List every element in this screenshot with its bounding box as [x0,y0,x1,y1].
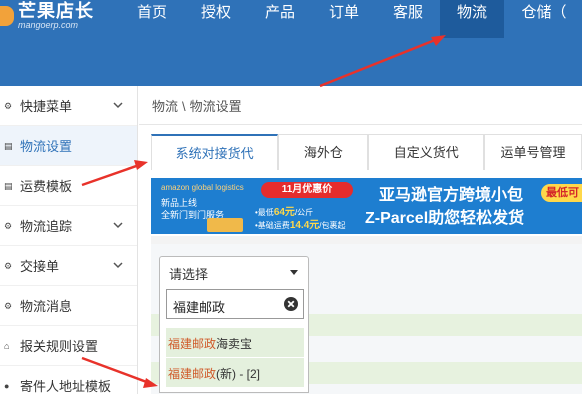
banner-subtitle: Z-Parcel助您轻松发货 [365,210,525,227]
main-nav: 首页 授权 产品 订单 客服 物流 仓储（ [120,0,582,38]
bank-icon: ⌂ [4,340,10,351]
nav-logistics[interactable]: 物流 [440,0,504,38]
option-rest: (新) - [2] [216,367,261,381]
list-icon: ▤ [4,140,13,151]
option-label: 福建邮政海卖宝 [168,335,252,352]
chevron-down-icon [113,222,123,229]
sidebar-item-label: 寄件人地址模板 [20,379,112,394]
tab-integrated-forwarders[interactable]: 系统对接货代 [151,134,279,170]
banner-row2-suffix: /包裹起 [319,221,346,230]
nav-customer-service[interactable]: 客服 [376,0,440,38]
chevron-down-icon [113,102,123,109]
nav-home[interactable]: 首页 [120,0,184,38]
gear-icon: ⚙ [4,220,13,231]
dropdown-option[interactable]: 福建邮政(新) - [2] [166,358,304,387]
sidebar-item-customs-rules[interactable]: ⌂ 报关规则设置 [0,326,137,366]
banner-corner-badge: 最低可 [541,184,582,202]
chevron-down-icon [113,262,123,269]
gear-icon: ⚙ [4,100,13,111]
caret-down-icon [290,270,298,275]
breadcrumb-current: 物流设置 [189,99,242,114]
user-icon: ● [4,380,10,391]
gear-icon: ⚙ [4,260,13,271]
divider [139,124,582,125]
nav-authorize[interactable]: 授权 [184,0,248,38]
breadcrumb-separator: \ [182,99,186,114]
nav-orders[interactable]: 订单 [312,0,376,38]
top-navbar: 芒果店长 mangoerp.com 首页 授权 产品 订单 客服 物流 仓储（ [0,0,582,86]
nav-warehouse[interactable]: 仓储（ [504,0,582,38]
gear-icon: ⚙ [4,300,13,311]
search-input-value: 福建邮政 [173,300,226,315]
option-label: 福建邮政(新) - [2] [168,365,260,382]
logo[interactable]: 芒果店长 mangoerp.com [0,0,110,36]
sidebar-item-logistics-settings[interactable]: ▤ 物流设置 [0,126,137,166]
banner-title: 亚马逊官方跨境小包 [379,187,524,204]
sidebar-item-messages[interactable]: ⚙ 物流消息 [0,286,137,326]
sidebar-item-shortcuts[interactable]: ⚙ 快捷菜单 [0,86,137,126]
banner-row2-prefix: •基础运费 [255,221,290,230]
option-rest: 海卖宝 [216,337,253,351]
forwarder-select[interactable]: 请选择 [159,256,309,286]
breadcrumb: 物流 \ 物流设置 [152,96,242,115]
banner-brand: amazon global logistics [161,183,244,192]
tab-bar: 系统对接货代 海外仓 自定义货代 运单号管理 [151,134,582,170]
tab-tracking-numbers[interactable]: 运单号管理 [484,134,582,170]
list-icon: ▤ [4,180,13,191]
tab-overseas-warehouse[interactable]: 海外仓 [278,134,369,170]
option-match: 福建邮政 [168,337,217,351]
select-dropdown: 福建邮政 福建邮政海卖宝 福建邮政(新) - [2] [159,285,309,393]
main-content: 物流 \ 物流设置 系统对接货代 海外仓 自定义货代 运单号管理 amazon gl… [139,86,582,394]
banner-promo-badge: 11月优惠价 [261,182,353,198]
select-value: 请选择 [169,267,209,282]
banner-price-row-2: •基础运费14.4元/包裹起 [255,216,346,231]
dropdown-option[interactable]: 福建邮政海卖宝 [166,328,304,357]
sidebar-item-label: 运费模板 [20,179,73,194]
promo-banner[interactable]: amazon global logistics 新品上线 全新门到门服务 11月… [151,178,582,234]
sidebar-item-label: 报关规则设置 [20,339,99,354]
sidebar-item-tracking[interactable]: ⚙ 物流追踪 [0,206,137,246]
parcel-icon [207,218,243,232]
breadcrumb-parent[interactable]: 物流 [152,99,178,114]
clear-icon[interactable] [283,296,299,312]
logo-subtext: mangoerp.com [18,20,79,30]
dropdown-search-input[interactable]: 福建邮政 [166,289,304,319]
sidebar-item-label: 物流设置 [20,139,73,154]
tab-custom-forwarders[interactable]: 自定义货代 [368,134,485,170]
sidebar-item-handover[interactable]: ⚙ 交接单 [0,246,137,286]
nav-products[interactable]: 产品 [248,0,312,38]
sidebar: ⚙ 快捷菜单 ▤ 物流设置 ▤ 运费模板 ⚙ 物流追踪 ⚙ 交接单 ⚙ 物流消息… [0,86,138,394]
banner-row2-number: 14.4元 [289,220,320,231]
sidebar-item-sender-address[interactable]: ● 寄件人地址模板 [0,366,137,394]
logo-mark [0,6,14,26]
option-match: 福建邮政 [168,367,217,381]
sidebar-item-freight-templates[interactable]: ▤ 运费模板 [0,166,137,206]
sidebar-item-label: 物流消息 [20,299,73,314]
